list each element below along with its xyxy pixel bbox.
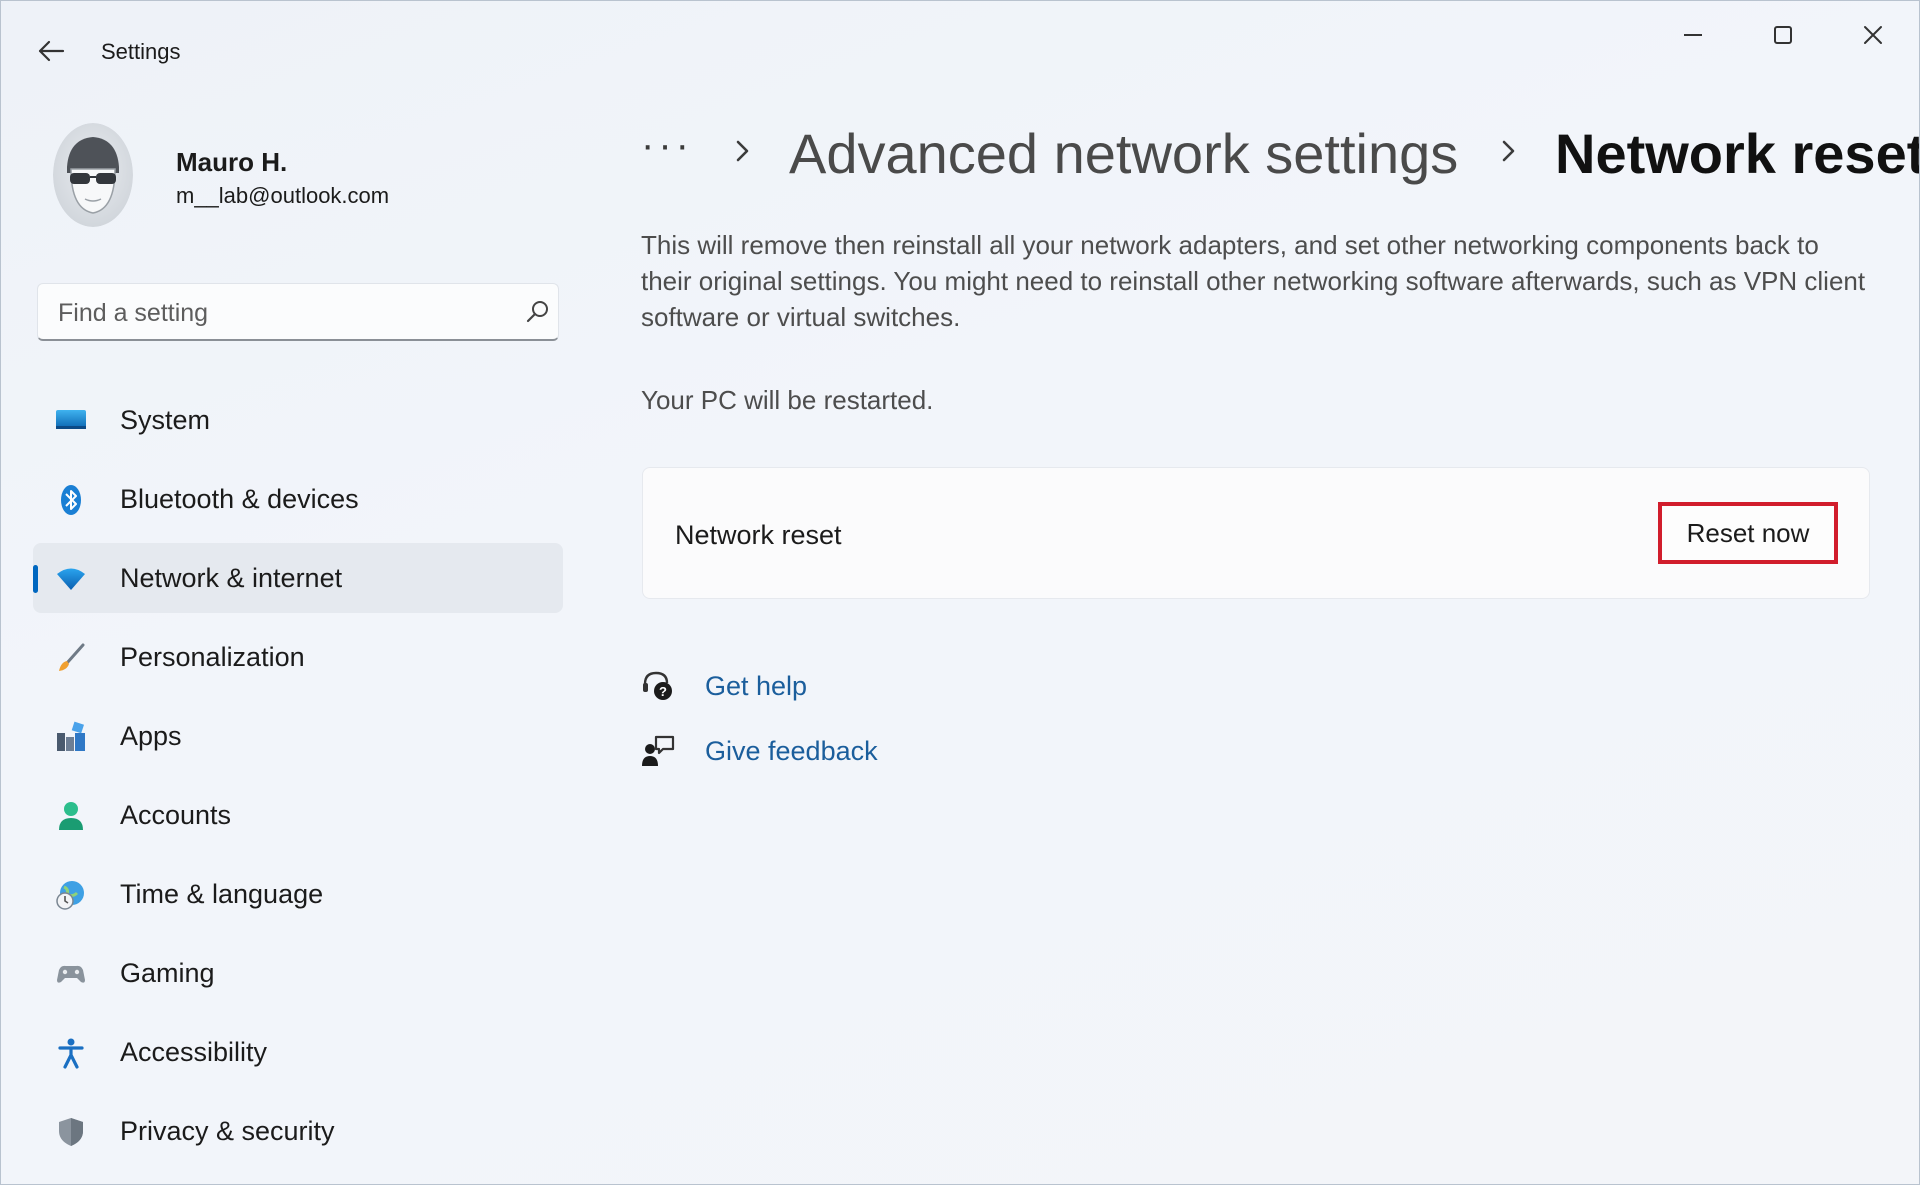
- sidebar-item-network[interactable]: Network & internet: [33, 543, 563, 613]
- minimize-button[interactable]: [1663, 15, 1723, 55]
- apps-icon: [57, 721, 85, 751]
- settings-window: Settings Mauro H. m__lab@outlook.com Fin…: [0, 0, 1920, 1185]
- globe-clock-icon: [56, 881, 84, 910]
- description-text: This will remove then reinstall all your…: [641, 230, 1866, 332]
- chevron-right-icon: [736, 140, 749, 162]
- sidebar-item-label: Network & internet: [120, 562, 343, 593]
- gamepad-icon: [57, 965, 85, 983]
- sidebar-item-accessibility[interactable]: Accessibility: [33, 1017, 563, 1087]
- avatar: [53, 123, 133, 227]
- breadcrumb: ··· Advanced network settings Network re…: [641, 117, 1919, 187]
- sidebar-item-label: Time & language: [120, 878, 324, 909]
- shield-icon: [59, 1118, 83, 1146]
- sidebar-item-personalization[interactable]: Personalization: [33, 622, 563, 692]
- close-icon: [1864, 26, 1882, 44]
- minimize-icon: [1684, 34, 1702, 36]
- maximize-icon: [1774, 26, 1792, 44]
- wifi-icon: [57, 568, 85, 590]
- give-feedback-label: Give feedback: [705, 736, 878, 766]
- sidebar-item-gaming[interactable]: Gaming: [33, 938, 563, 1008]
- bluetooth-icon: [61, 485, 81, 515]
- network-reset-label: Network reset: [675, 520, 842, 550]
- title-bar: Settings: [1, 1, 1919, 101]
- back-arrow-icon: [38, 40, 65, 62]
- reset-now-button[interactable]: Reset now: [1658, 502, 1838, 564]
- breadcrumb-more-button[interactable]: ···: [641, 123, 693, 168]
- maximize-button[interactable]: [1753, 15, 1813, 55]
- sidebar-item-time-language[interactable]: Time & language: [33, 859, 563, 929]
- sidebar-item-label: Gaming: [120, 957, 215, 988]
- sidebar-item-label: Privacy & security: [120, 1115, 335, 1146]
- monitor-icon: [56, 410, 86, 429]
- breadcrumb-advanced-network-settings[interactable]: Advanced network settings: [789, 121, 1458, 186]
- close-button[interactable]: [1843, 15, 1903, 55]
- network-reset-card: Network reset Reset now: [642, 467, 1870, 599]
- person-icon: [59, 802, 83, 830]
- restart-note: Your PC will be restarted.: [641, 385, 934, 415]
- page-title: Network reset: [1555, 122, 1920, 185]
- sidebar-item-label: Apps: [120, 720, 182, 751]
- user-email: m__lab@outlook.com: [176, 183, 390, 208]
- sidebar-item-system[interactable]: System: [33, 385, 563, 455]
- sidebar-item-bluetooth[interactable]: Bluetooth & devices: [33, 464, 563, 534]
- back-button[interactable]: [29, 29, 73, 73]
- feedback-icon: [642, 735, 675, 766]
- sidebar-item-label: Accounts: [120, 799, 232, 830]
- sidebar-item-label: System: [120, 404, 211, 435]
- sidebar-item-apps[interactable]: Apps: [33, 701, 563, 771]
- sidebar-item-label: Accessibility: [120, 1036, 268, 1067]
- brush-icon: [59, 643, 85, 671]
- sidebar-item-accounts[interactable]: Accounts: [33, 780, 563, 850]
- app-title: Settings: [101, 39, 181, 64]
- search-box: [37, 283, 559, 341]
- sidebar-item-privacy[interactable]: Privacy & security: [33, 1096, 563, 1166]
- get-help-label: Get help: [705, 671, 808, 701]
- get-help-icon: ?: [643, 671, 672, 700]
- sidebar-item-label: Personalization: [120, 641, 305, 672]
- search-icon[interactable]: [524, 298, 552, 326]
- sidebar-item-label: Bluetooth & devices: [120, 483, 359, 514]
- search-input[interactable]: [56, 292, 500, 334]
- svg-text:?: ?: [659, 684, 667, 699]
- user-name: Mauro H.: [176, 147, 288, 177]
- chevron-right-icon: [1502, 140, 1515, 162]
- sidebar-nav: System Bluetooth & devices Network & int…: [33, 385, 563, 1175]
- accessibility-icon: [58, 1038, 84, 1069]
